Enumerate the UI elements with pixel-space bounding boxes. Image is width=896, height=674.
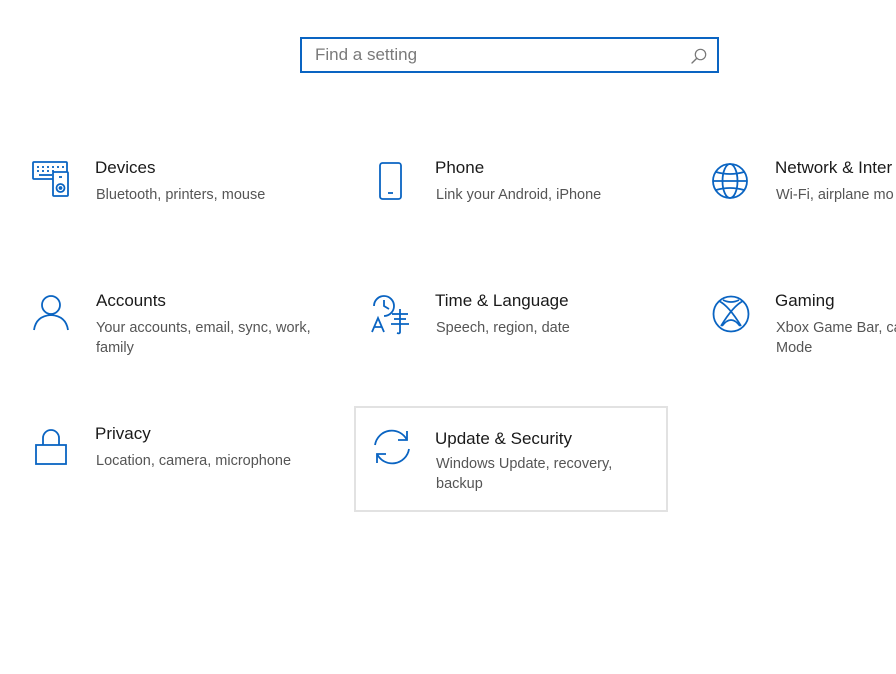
tile-description: Bluetooth, printers, mouse — [96, 187, 266, 203]
tile-title: Network & Inter — [775, 158, 893, 177]
tile-description: Xbox Game Bar, ca Mode — [776, 320, 896, 356]
tile-title: Update & Security — [435, 429, 573, 448]
sync-icon — [370, 425, 414, 469]
tile-description: Wi-Fi, airplane mo — [776, 187, 894, 203]
tile-title: Accounts — [96, 291, 166, 310]
time-language-icon — [370, 292, 414, 336]
search-icon[interactable] — [690, 47, 708, 65]
tile-description: Location, camera, microphone — [96, 453, 292, 469]
tile-title: Time & Language — [435, 291, 569, 310]
devices-icon — [30, 159, 74, 203]
settings-home: Devices Bluetooth, printers, mouse Phone… — [0, 0, 896, 674]
phone-icon — [370, 159, 414, 203]
tile-title: Devices — [95, 158, 156, 177]
person-icon — [30, 292, 74, 336]
tile-time-language[interactable]: Time & Language Speech, region, date — [356, 278, 670, 384]
search-box[interactable] — [300, 37, 719, 73]
tile-title: Privacy — [95, 424, 151, 443]
tile-description: Windows Update, recovery, backup — [436, 456, 613, 492]
tile-description: Your accounts, email, sync, work, family — [96, 320, 311, 356]
tile-privacy[interactable]: Privacy Location, camera, microphone — [16, 411, 330, 517]
globe-icon — [710, 159, 754, 203]
tile-network[interactable]: Network & Inter Wi-Fi, airplane mo — [696, 145, 896, 251]
tile-phone[interactable]: Phone Link your Android, iPhone — [356, 145, 670, 251]
tile-title: Phone — [435, 158, 485, 177]
tile-accounts[interactable]: Accounts Your accounts, email, sync, wor… — [16, 278, 330, 384]
tile-title: Gaming — [775, 291, 835, 310]
search-input[interactable] — [302, 39, 717, 71]
tile-gaming[interactable]: Gaming Xbox Game Bar, ca Mode — [696, 278, 896, 384]
tile-devices[interactable]: Devices Bluetooth, printers, mouse — [16, 145, 330, 251]
tile-description: Speech, region, date — [436, 320, 570, 336]
xbox-icon — [710, 292, 754, 336]
tile-update-security[interactable]: Update & Security Windows Update, recove… — [354, 406, 668, 512]
tile-description: Link your Android, iPhone — [436, 187, 602, 203]
lock-icon — [30, 425, 74, 469]
